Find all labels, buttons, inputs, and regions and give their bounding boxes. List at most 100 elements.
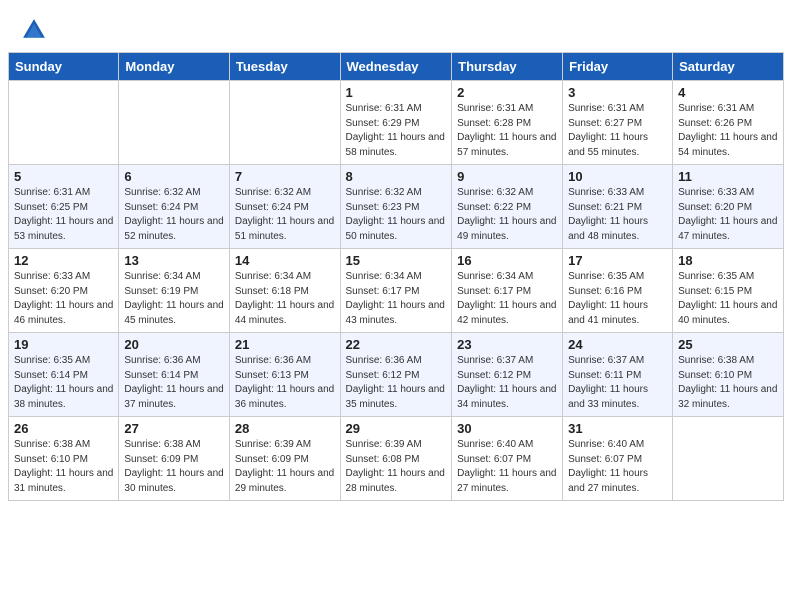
day-info: Sunrise: 6:35 AM Sunset: 6:15 PM Dayligh… (678, 270, 778, 328)
week-row-4: 19Sunrise: 6:35 AM Sunset: 6:14 PM Dayli… (9, 333, 784, 417)
calendar-cell (9, 81, 119, 165)
day-info: Sunrise: 6:31 AM Sunset: 6:29 PM Dayligh… (346, 102, 447, 160)
day-number: 8 (346, 169, 447, 184)
day-info: Sunrise: 6:35 AM Sunset: 6:14 PM Dayligh… (14, 354, 113, 412)
calendar-wrapper: SundayMondayTuesdayWednesdayThursdayFrid… (0, 52, 792, 509)
calendar-cell: 17Sunrise: 6:35 AM Sunset: 6:16 PM Dayli… (563, 249, 673, 333)
day-info: Sunrise: 6:38 AM Sunset: 6:10 PM Dayligh… (14, 438, 113, 496)
calendar-cell: 13 Sunrise: 6:34 AM Sunset: 6:19 PM Dayli… (119, 249, 230, 333)
calendar-cell: 29 Sunrise: 6:39 AM Sunset: 6:08 PM Dayli… (340, 417, 452, 501)
day-number: 24 (568, 337, 667, 352)
day-info: Sunrise: 6:34 AM Sunset: 6:17 PM Dayligh… (457, 270, 557, 328)
day-number: 21 (235, 337, 335, 352)
day-info: Sunrise: 6:34 AM Sunset: 6:19 PM Dayligh… (124, 270, 224, 328)
weekday-thursday: Thursday (452, 53, 563, 81)
day-info: Sunrise: 6:32 AM Sunset: 6:24 PM Dayligh… (235, 186, 335, 244)
calendar-cell: 12Sunrise: 6:33 AM Sunset: 6:20 PM Dayli… (9, 249, 119, 333)
week-row-2: 5Sunrise: 6:31 AM Sunset: 6:25 PM Daylig… (9, 165, 784, 249)
day-info: Sunrise: 6:36 AM Sunset: 6:13 PM Dayligh… (235, 354, 335, 412)
day-info: Sunrise: 6:34 AM Sunset: 6:17 PM Dayligh… (346, 270, 447, 328)
day-info: Sunrise: 6:31 AM Sunset: 6:28 PM Dayligh… (457, 102, 557, 160)
day-number: 13 (124, 253, 224, 268)
calendar-cell: 4 Sunrise: 6:31 AM Sunset: 6:26 PM Daylig… (673, 81, 784, 165)
day-number: 3 (568, 85, 667, 100)
calendar-cell: 9Sunrise: 6:32 AM Sunset: 6:22 PM Daylig… (452, 165, 563, 249)
calendar-cell: 6 Sunrise: 6:32 AM Sunset: 6:24 PM Daylig… (119, 165, 230, 249)
day-number: 25 (678, 337, 778, 352)
day-number: 18 (678, 253, 778, 268)
day-info: Sunrise: 6:38 AM Sunset: 6:09 PM Dayligh… (124, 438, 224, 496)
week-row-1: 1 Sunrise: 6:31 AM Sunset: 6:29 PM Daylig… (9, 81, 784, 165)
day-number: 22 (346, 337, 447, 352)
calendar-cell: 30Sunrise: 6:40 AM Sunset: 6:07 PM Dayli… (452, 417, 563, 501)
day-info: Sunrise: 6:37 AM Sunset: 6:12 PM Dayligh… (457, 354, 557, 412)
day-number: 2 (457, 85, 557, 100)
day-info: Sunrise: 6:32 AM Sunset: 6:24 PM Dayligh… (124, 186, 224, 244)
calendar-cell: 25 Sunrise: 6:38 AM Sunset: 6:10 PM Dayli… (673, 333, 784, 417)
week-row-5: 26 Sunrise: 6:38 AM Sunset: 6:10 PM Dayli… (9, 417, 784, 501)
calendar-cell: 8 Sunrise: 6:32 AM Sunset: 6:23 PM Daylig… (340, 165, 452, 249)
calendar-cell: 10Sunrise: 6:33 AM Sunset: 6:21 PM Dayli… (563, 165, 673, 249)
calendar-cell (673, 417, 784, 501)
calendar-cell: 5Sunrise: 6:31 AM Sunset: 6:25 PM Daylig… (9, 165, 119, 249)
weekday-sunday: Sunday (9, 53, 119, 81)
weekday-friday: Friday (563, 53, 673, 81)
calendar-cell (229, 81, 340, 165)
day-info: Sunrise: 6:40 AM Sunset: 6:07 PM Dayligh… (568, 438, 667, 496)
calendar-cell: 14 Sunrise: 6:34 AM Sunset: 6:18 PM Dayli… (229, 249, 340, 333)
day-info: Sunrise: 6:33 AM Sunset: 6:20 PM Dayligh… (678, 186, 778, 244)
day-info: Sunrise: 6:39 AM Sunset: 6:09 PM Dayligh… (235, 438, 335, 496)
day-number: 14 (235, 253, 335, 268)
day-number: 6 (124, 169, 224, 184)
day-info: Sunrise: 6:37 AM Sunset: 6:11 PM Dayligh… (568, 354, 667, 412)
week-row-3: 12Sunrise: 6:33 AM Sunset: 6:20 PM Dayli… (9, 249, 784, 333)
calendar-cell: 18 Sunrise: 6:35 AM Sunset: 6:15 PM Dayli… (673, 249, 784, 333)
day-number: 23 (457, 337, 557, 352)
day-info: Sunrise: 6:31 AM Sunset: 6:27 PM Dayligh… (568, 102, 667, 160)
weekday-tuesday: Tuesday (229, 53, 340, 81)
day-number: 31 (568, 421, 667, 436)
calendar-cell: 7 Sunrise: 6:32 AM Sunset: 6:24 PM Daylig… (229, 165, 340, 249)
calendar-cell: 20Sunrise: 6:36 AM Sunset: 6:14 PM Dayli… (119, 333, 230, 417)
calendar-cell (119, 81, 230, 165)
logo-icon (20, 16, 48, 44)
day-info: Sunrise: 6:31 AM Sunset: 6:26 PM Dayligh… (678, 102, 778, 160)
day-number: 28 (235, 421, 335, 436)
calendar-cell: 21 Sunrise: 6:36 AM Sunset: 6:13 PM Dayli… (229, 333, 340, 417)
day-number: 20 (124, 337, 224, 352)
day-info: Sunrise: 6:33 AM Sunset: 6:20 PM Dayligh… (14, 270, 113, 328)
day-number: 15 (346, 253, 447, 268)
day-number: 11 (678, 169, 778, 184)
weekday-header-row: SundayMondayTuesdayWednesdayThursdayFrid… (9, 53, 784, 81)
calendar-cell: 27Sunrise: 6:38 AM Sunset: 6:09 PM Dayli… (119, 417, 230, 501)
day-info: Sunrise: 6:34 AM Sunset: 6:18 PM Dayligh… (235, 270, 335, 328)
calendar-cell: 22 Sunrise: 6:36 AM Sunset: 6:12 PM Dayli… (340, 333, 452, 417)
day-info: Sunrise: 6:40 AM Sunset: 6:07 PM Dayligh… (457, 438, 557, 496)
weekday-wednesday: Wednesday (340, 53, 452, 81)
day-number: 26 (14, 421, 113, 436)
calendar-cell: 28 Sunrise: 6:39 AM Sunset: 6:09 PM Dayli… (229, 417, 340, 501)
day-number: 1 (346, 85, 447, 100)
day-number: 9 (457, 169, 557, 184)
day-info: Sunrise: 6:39 AM Sunset: 6:08 PM Dayligh… (346, 438, 447, 496)
calendar-cell: 26 Sunrise: 6:38 AM Sunset: 6:10 PM Dayli… (9, 417, 119, 501)
day-info: Sunrise: 6:32 AM Sunset: 6:23 PM Dayligh… (346, 186, 447, 244)
weekday-saturday: Saturday (673, 53, 784, 81)
calendar-table: SundayMondayTuesdayWednesdayThursdayFrid… (8, 52, 784, 501)
day-info: Sunrise: 6:38 AM Sunset: 6:10 PM Dayligh… (678, 354, 778, 412)
day-number: 5 (14, 169, 113, 184)
calendar-cell: 11 Sunrise: 6:33 AM Sunset: 6:20 PM Dayli… (673, 165, 784, 249)
day-number: 17 (568, 253, 667, 268)
page-header (0, 0, 792, 52)
calendar-cell: 19Sunrise: 6:35 AM Sunset: 6:14 PM Dayli… (9, 333, 119, 417)
day-number: 7 (235, 169, 335, 184)
day-number: 4 (678, 85, 778, 100)
day-number: 29 (346, 421, 447, 436)
calendar-cell: 15 Sunrise: 6:34 AM Sunset: 6:17 PM Dayli… (340, 249, 452, 333)
calendar-cell: 24 Sunrise: 6:37 AM Sunset: 6:11 PM Dayli… (563, 333, 673, 417)
day-info: Sunrise: 6:36 AM Sunset: 6:12 PM Dayligh… (346, 354, 447, 412)
logo (20, 16, 52, 44)
calendar-cell: 16Sunrise: 6:34 AM Sunset: 6:17 PM Dayli… (452, 249, 563, 333)
calendar-cell: 2 Sunrise: 6:31 AM Sunset: 6:28 PM Daylig… (452, 81, 563, 165)
calendar-cell: 23 Sunrise: 6:37 AM Sunset: 6:12 PM Dayli… (452, 333, 563, 417)
